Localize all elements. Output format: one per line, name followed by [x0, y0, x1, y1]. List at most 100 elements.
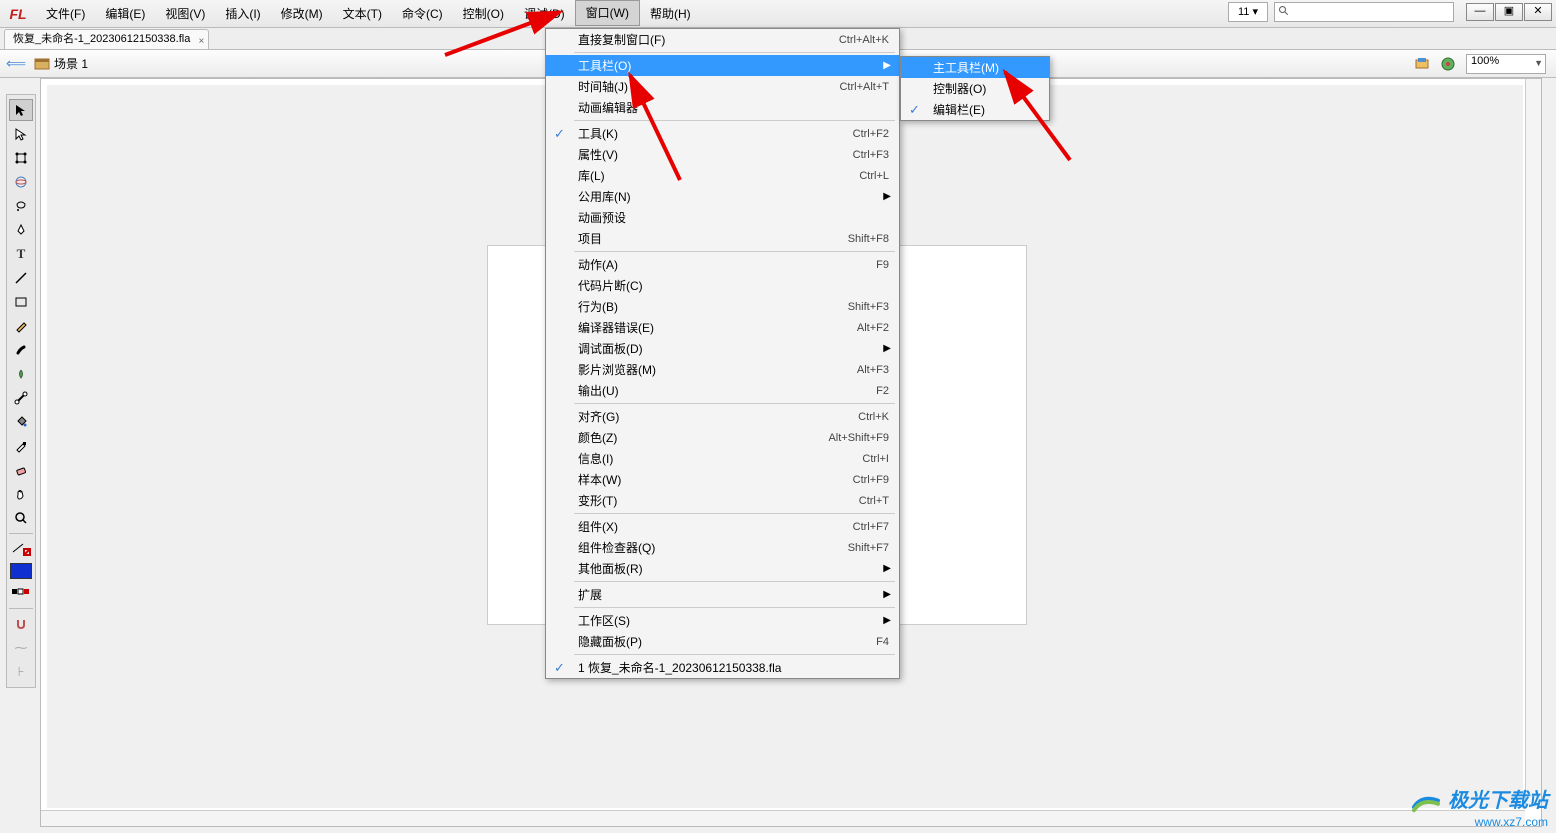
stroke-color-tool[interactable]	[9, 538, 33, 560]
menu-item[interactable]: 变形(T)Ctrl+T	[546, 490, 899, 511]
menu-修改[interactable]: 修改(M)	[271, 0, 333, 28]
menu-item[interactable]: 对齐(G)Ctrl+K	[546, 406, 899, 427]
menu-item-label: 动作(A)	[578, 256, 876, 273]
menu-item[interactable]: 其他面板(R)▶	[546, 558, 899, 579]
menu-item[interactable]: 调试面板(D)▶	[546, 338, 899, 359]
pencil-tool[interactable]	[9, 315, 33, 337]
menu-item-label: 工作区(S)	[578, 612, 889, 629]
font-size-value: 11	[1238, 6, 1249, 18]
free-transform-tool[interactable]	[9, 147, 33, 169]
paint-bucket-tool[interactable]	[9, 411, 33, 433]
vertical-scrollbar[interactable]	[1525, 79, 1541, 808]
edit-scene-icon[interactable]	[1414, 56, 1430, 72]
menu-item[interactable]: 组件(X)Ctrl+F7	[546, 516, 899, 537]
subselection-tool[interactable]	[9, 123, 33, 145]
menu-item[interactable]: 代码片断(C)	[546, 275, 899, 296]
text-tool[interactable]: T	[9, 243, 33, 265]
color-options-tool[interactable]	[9, 582, 33, 604]
menu-item[interactable]: 行为(B)Shift+F3	[546, 296, 899, 317]
fill-color-swatch[interactable]	[10, 563, 32, 579]
lasso-tool[interactable]	[9, 195, 33, 217]
watermark-title: 极光下载站	[1448, 790, 1548, 812]
zoom-select[interactable]: 100% ▼	[1466, 54, 1546, 74]
font-size-box[interactable]: 11 ▾	[1228, 2, 1268, 22]
tools-panel: T ⁓ ⊦	[6, 94, 36, 688]
line-tool[interactable]	[9, 267, 33, 289]
watermark-url: www.xz7.com	[1408, 815, 1548, 829]
menu-item[interactable]: 组件检查器(Q)Shift+F7	[546, 537, 899, 558]
menu-item[interactable]: 时间轴(J)Ctrl+Alt+T	[546, 76, 899, 97]
eyedropper-tool[interactable]	[9, 435, 33, 457]
menu-控制[interactable]: 控制(O)	[453, 0, 514, 28]
menu-item[interactable]: 信息(I)Ctrl+I	[546, 448, 899, 469]
straighten-tool[interactable]: ⊦	[9, 661, 33, 683]
menu-item[interactable]: 工具栏(O)▶	[546, 55, 899, 76]
menu-item[interactable]: 影片浏览器(M)Alt+F3	[546, 359, 899, 380]
menu-item[interactable]: 控制器(O)	[901, 78, 1049, 99]
menu-item[interactable]: ✓1 恢复_未命名-1_20230612150338.fla	[546, 657, 899, 678]
menu-插入[interactable]: 插入(I)	[215, 0, 270, 28]
zoom-tool[interactable]	[9, 507, 33, 529]
menu-item-label: 工具栏(O)	[578, 57, 889, 74]
menu-item-label: 公用库(N)	[578, 188, 889, 205]
horizontal-scrollbar[interactable]	[41, 810, 1525, 826]
menu-item[interactable]: 隐藏面板(P)F4	[546, 631, 899, 652]
menu-shortcut: Ctrl+I	[862, 453, 889, 465]
minimize-button[interactable]: —	[1466, 3, 1494, 21]
pen-tool[interactable]	[9, 219, 33, 241]
menu-item[interactable]: 主工具栏(M)	[901, 57, 1049, 78]
menu-item[interactable]: 公用库(N)▶	[546, 186, 899, 207]
menu-shortcut: Ctrl+Alt+T	[839, 81, 889, 93]
menu-item[interactable]: ✓编辑栏(E)	[901, 99, 1049, 120]
menu-item[interactable]: 动作(A)F9	[546, 254, 899, 275]
search-icon	[1278, 5, 1290, 17]
menu-item-label: 信息(I)	[578, 450, 862, 467]
menu-item[interactable]: 工作区(S)▶	[546, 610, 899, 631]
menu-item[interactable]: 颜色(Z)Alt+Shift+F9	[546, 427, 899, 448]
menu-shortcut: Shift+F8	[848, 233, 889, 245]
smooth-tool[interactable]: ⁓	[9, 637, 33, 659]
menu-separator	[574, 581, 895, 582]
menu-命令[interactable]: 命令(C)	[392, 0, 453, 28]
bone-tool[interactable]	[9, 387, 33, 409]
menu-item[interactable]: 库(L)Ctrl+L	[546, 165, 899, 186]
menu-item[interactable]: 编译器错误(E)Alt+F2	[546, 317, 899, 338]
menu-shortcut: Ctrl+F2	[853, 128, 889, 140]
submenu-arrow-icon: ▶	[883, 589, 891, 600]
file-tab[interactable]: 恢复_未命名-1_20230612150338.fla ×	[4, 29, 209, 49]
menu-item[interactable]: ✓工具(K)Ctrl+F2	[546, 123, 899, 144]
menu-文件[interactable]: 文件(F)	[36, 0, 95, 28]
close-tab-icon[interactable]: ×	[199, 32, 205, 51]
eraser-tool[interactable]	[9, 459, 33, 481]
back-arrow-icon[interactable]: ⟸	[6, 55, 24, 73]
menu-调试[interactable]: 调试(D)	[514, 0, 575, 28]
menu-item[interactable]: 直接复制窗口(F)Ctrl+Alt+K	[546, 29, 899, 50]
menu-窗口[interactable]: 窗口(W)	[575, 0, 640, 26]
deco-tool[interactable]	[9, 363, 33, 385]
brush-tool[interactable]	[9, 339, 33, 361]
menu-item-label: 颜色(Z)	[578, 429, 828, 446]
menu-item[interactable]: 样本(W)Ctrl+F9	[546, 469, 899, 490]
menu-视图[interactable]: 视图(V)	[155, 0, 215, 28]
watermark: 极光下载站 www.xz7.com	[1408, 784, 1548, 829]
maximize-button[interactable]: ▣	[1495, 3, 1523, 21]
edit-symbols-icon[interactable]	[1440, 56, 1456, 72]
menu-帮助[interactable]: 帮助(H)	[640, 0, 701, 28]
snap-tool[interactable]	[9, 613, 33, 635]
menu-item[interactable]: 动画预设	[546, 207, 899, 228]
menu-item[interactable]: 属性(V)Ctrl+F3	[546, 144, 899, 165]
close-button[interactable]: ✕	[1524, 3, 1552, 21]
selection-tool[interactable]	[9, 99, 33, 121]
menu-item[interactable]: 输出(U)F2	[546, 380, 899, 401]
menu-文本[interactable]: 文本(T)	[333, 0, 392, 28]
3d-rotation-tool[interactable]	[9, 171, 33, 193]
search-input[interactable]	[1274, 2, 1454, 22]
menu-编辑[interactable]: 编辑(E)	[95, 0, 155, 28]
rectangle-tool[interactable]	[9, 291, 33, 313]
hand-tool[interactable]	[9, 483, 33, 505]
menu-item[interactable]: 项目Shift+F8	[546, 228, 899, 249]
menu-shortcut: Alt+F2	[857, 322, 889, 334]
zoom-value: 100%	[1471, 55, 1499, 67]
menu-item[interactable]: 动画编辑器	[546, 97, 899, 118]
menu-item[interactable]: 扩展▶	[546, 584, 899, 605]
